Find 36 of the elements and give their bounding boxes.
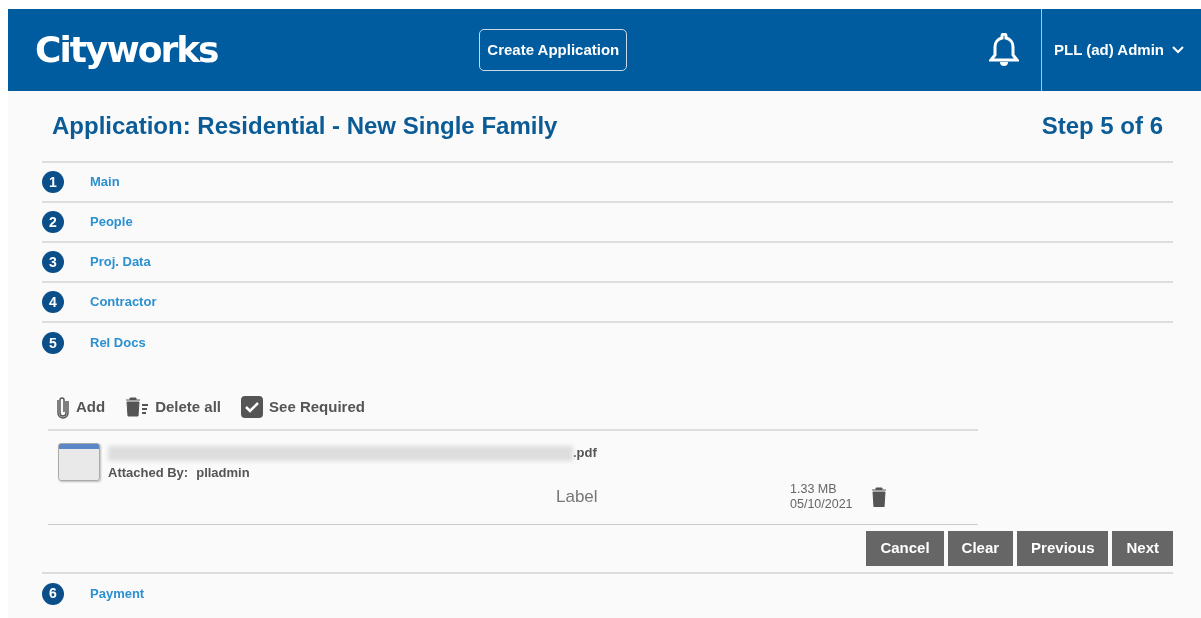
delete-all-button[interactable]: Delete all: [125, 395, 222, 419]
see-required-checkbox[interactable]: See Required: [241, 395, 365, 419]
step-counter: Step 5 of 6: [1041, 111, 1163, 141]
logo: Cityworks: [35, 28, 218, 72]
step-number: 4: [42, 291, 64, 313]
attached-by-user: plladmin: [196, 463, 250, 482]
step-link[interactable]: Rel Docs: [90, 333, 146, 353]
action-button[interactable]: Next: [1112, 531, 1173, 566]
step-number: 3: [42, 251, 64, 273]
user-menu[interactable]: PLL (ad) Admin: [1041, 9, 1201, 91]
step-link[interactable]: Proj. Data: [90, 252, 151, 272]
action-button[interactable]: Previous: [1017, 531, 1109, 566]
step-number: 6: [42, 582, 64, 605]
step-link[interactable]: Contractor: [90, 292, 157, 312]
page-title: Application: Residential - New Single Family: [52, 111, 558, 141]
file-icon: [58, 443, 100, 481]
file-date: 05/10/2021: [790, 497, 853, 512]
document-label: Label: [556, 486, 599, 509]
file-extension: .pdf: [573, 445, 597, 460]
chevron-down-icon: [1172, 46, 1184, 54]
attached-by-label: Attached By:: [108, 463, 189, 482]
step-link[interactable]: People: [90, 212, 133, 232]
step-link[interactable]: Main: [90, 172, 120, 192]
step-number: 2: [42, 211, 64, 233]
trash-icon[interactable]: [870, 487, 887, 507]
step-link[interactable]: Payment: [90, 583, 145, 604]
file-size: 1.33 MB: [790, 482, 838, 497]
action-button[interactable]: Cancel: [866, 531, 944, 566]
step-number: 1: [42, 171, 64, 193]
trash-list-icon: [125, 397, 150, 417]
create-application-button[interactable]: Create Application: [479, 28, 628, 72]
step-number: 5: [42, 332, 64, 354]
add-button[interactable]: Add: [56, 395, 106, 419]
paperclip-icon: [56, 395, 70, 419]
action-button[interactable]: Clear: [947, 531, 1014, 566]
notification-bell-icon[interactable]: [989, 33, 1019, 67]
